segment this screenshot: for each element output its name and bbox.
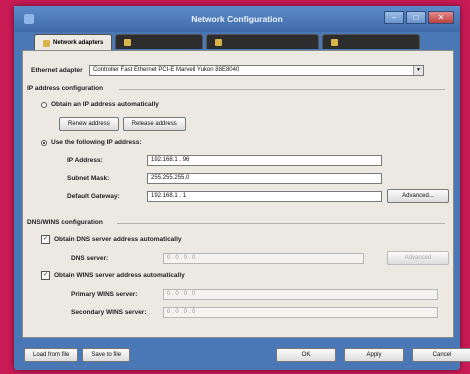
wins-auto-label: Obtain WINS server address automatically: [54, 272, 185, 279]
ethernet-adapter-select[interactable]: Controller Fast Ethernet PCI-E Marvell Y…: [89, 65, 424, 76]
dns-auto-checkbox[interactable]: ✓: [41, 235, 50, 244]
primary-wins-field[interactable]: 0 . 0 . 0 . 0: [163, 289, 438, 300]
tab-bar: Network adapters: [34, 34, 421, 51]
ip-group-title: IP address configuration: [27, 85, 104, 92]
secondary-wins-field[interactable]: 0 . 0 . 0 . 0: [163, 307, 438, 318]
default-gateway-field[interactable]: 192.168.1 . 1: [147, 191, 382, 202]
tab-label: Network adapters: [53, 40, 104, 46]
wins-auto-checkbox[interactable]: ✓: [41, 271, 50, 280]
footer-bar: Load from file Save to file OK Apply Can…: [14, 340, 470, 370]
tab-2[interactable]: [115, 34, 204, 49]
primary-wins-label: Primary WINS server:: [71, 291, 138, 298]
auto-ip-radio[interactable]: [41, 101, 47, 108]
apply-button[interactable]: Apply: [344, 348, 404, 362]
network-config-window: Network Configuration – □ ✕ Network adap…: [14, 6, 470, 370]
manual-ip-radio[interactable]: [41, 139, 47, 146]
ok-button[interactable]: OK: [276, 348, 336, 362]
manual-ip-label: Use the following IP address:: [51, 139, 142, 146]
ip-address-label: IP Address:: [67, 157, 103, 164]
tab-icon: [124, 38, 132, 46]
default-gateway-label: Default Gateway:: [67, 193, 120, 200]
save-to-file-button[interactable]: Save to file: [82, 348, 131, 362]
adapter-value: Controller Fast Ethernet PCI-E Marvell Y…: [93, 67, 240, 73]
maximize-button[interactable]: □: [406, 11, 426, 24]
ip-address-field[interactable]: 192.168.1 . 96: [147, 155, 382, 166]
load-from-file-button[interactable]: Load from file: [24, 348, 79, 362]
network-icon: [43, 39, 50, 47]
minimize-button[interactable]: –: [384, 11, 404, 24]
close-button[interactable]: ✕: [428, 11, 454, 24]
tab-network-adapters[interactable]: Network adapters: [34, 34, 113, 51]
ethernet-adapter-label: Ethernet adapter: [31, 67, 83, 74]
tab-3[interactable]: [206, 34, 320, 49]
adapter-panel: Ethernet adapter Controller Fast Etherne…: [22, 50, 454, 338]
cancel-button[interactable]: Cancel: [412, 348, 470, 362]
title-bar[interactable]: Network Configuration – □ ✕: [14, 6, 460, 32]
divider: [119, 89, 445, 90]
dns-advanced-button[interactable]: Advanced: [387, 251, 449, 265]
secondary-wins-label: Secondary WINS server:: [71, 309, 147, 316]
subnet-mask-field[interactable]: 255.255.255.0: [147, 173, 382, 184]
chevron-down-icon: ▼: [413, 66, 423, 75]
auto-ip-label: Obtain an IP address automatically: [51, 101, 159, 108]
dns-server-field[interactable]: 0 . 0 . 0 . 0: [163, 253, 364, 264]
dns-auto-label: Obtain DNS server address automatically: [54, 236, 182, 243]
dns-server-label: DNS server:: [71, 255, 109, 262]
ip-advanced-button[interactable]: Advanced...: [387, 189, 449, 203]
divider: [117, 223, 445, 224]
tab-icon: [215, 38, 223, 46]
renew-address-button[interactable]: Renew address: [59, 117, 119, 131]
tab-icon: [331, 38, 339, 46]
dns-group-title: DNS/WINS configuration: [27, 219, 103, 226]
subnet-mask-label: Subnet Mask:: [67, 175, 110, 182]
release-address-button[interactable]: Release address: [122, 117, 186, 131]
tab-4[interactable]: [322, 34, 421, 49]
